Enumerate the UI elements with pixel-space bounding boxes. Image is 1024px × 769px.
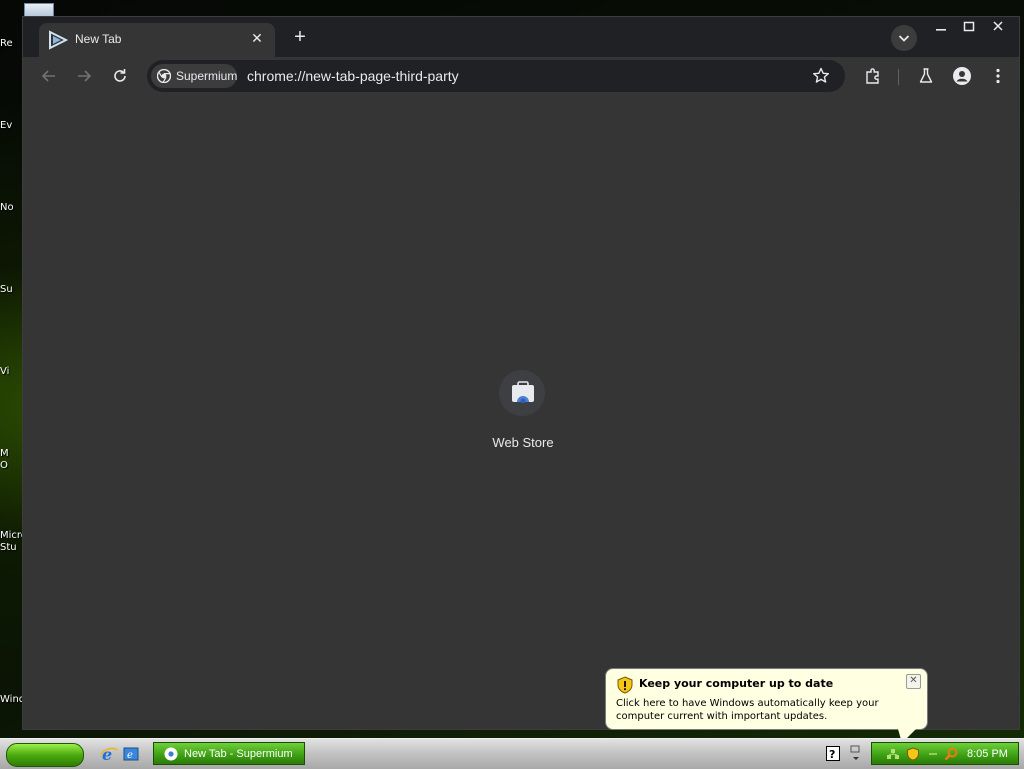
profile-avatar-icon[interactable] xyxy=(952,66,972,86)
svg-text:e: e xyxy=(102,745,112,763)
chevron-down-icon xyxy=(898,35,910,42)
bookmark-star-icon[interactable] xyxy=(811,66,831,86)
site-info-chip[interactable]: Supermium xyxy=(151,64,237,88)
maximize-button[interactable] xyxy=(954,17,984,39)
menu-kebab-icon[interactable] xyxy=(988,66,1008,86)
taskbar-button-supermium[interactable]: New Tab - Supermium xyxy=(153,742,305,765)
tab-title: New Tab xyxy=(75,32,122,46)
svg-text:?: ? xyxy=(829,748,835,761)
show-desktop-icon[interactable]: e xyxy=(122,745,140,763)
start-button[interactable] xyxy=(6,743,84,767)
supermium-icon xyxy=(47,29,69,51)
new-tab-page: Web Store xyxy=(23,95,1019,729)
address-bar[interactable]: Supermium chrome://new-tab-page-third-pa… xyxy=(147,60,845,92)
browser-window: New Tab ✕ + Supermium chrome://new-tab-p… xyxy=(22,16,1020,730)
reload-button[interactable] xyxy=(108,64,132,88)
site-info-label: Supermium xyxy=(176,69,238,83)
tab-search-button[interactable] xyxy=(891,25,917,51)
shield-warning-icon xyxy=(616,676,634,698)
forward-button[interactable] xyxy=(72,64,96,88)
chrome-logo-icon xyxy=(156,68,172,84)
close-window-button[interactable] xyxy=(983,17,1013,39)
chrome-logo-icon xyxy=(164,747,178,761)
toolbar-divider xyxy=(898,69,899,85)
close-balloon-button[interactable]: ✕ xyxy=(906,674,921,689)
back-button[interactable] xyxy=(37,64,61,88)
tray-arrow-icon[interactable] xyxy=(926,747,940,761)
toolbar: Supermium chrome://new-tab-page-third-pa… xyxy=(23,57,1019,95)
taskbar: e e New Tab - Supermium ? 8:05 PM xyxy=(0,738,1024,769)
security-shield-icon[interactable] xyxy=(906,747,920,761)
minimize-button[interactable] xyxy=(926,17,956,39)
shortcut-label[interactable]: Web Store xyxy=(463,435,583,450)
tab-strip: New Tab ✕ + xyxy=(23,17,1019,57)
close-icon xyxy=(993,21,1003,31)
tab-new-tab[interactable]: New Tab ✕ xyxy=(39,23,275,57)
extensions-puzzle-icon[interactable] xyxy=(863,66,883,86)
shortcut-web-store[interactable] xyxy=(497,370,547,418)
network-icon[interactable] xyxy=(886,747,900,761)
balloon-title: Keep your computer up to date xyxy=(639,677,834,690)
new-tab-button[interactable]: + xyxy=(287,25,313,51)
clock[interactable]: 8:05 PM xyxy=(967,748,1008,760)
labs-flask-icon[interactable] xyxy=(916,66,936,86)
internet-explorer-icon[interactable]: e xyxy=(100,745,118,764)
web-store-icon xyxy=(511,381,535,408)
minimize-icon xyxy=(936,29,946,31)
svg-text:e: e xyxy=(127,750,133,761)
maximize-icon xyxy=(963,21,975,32)
url-text[interactable]: chrome://new-tab-page-third-party xyxy=(247,68,459,84)
update-notification-balloon[interactable]: Keep your computer up to date ✕ Click he… xyxy=(605,668,928,730)
system-tray: 8:05 PM xyxy=(871,742,1019,765)
balloon-message[interactable]: Click here to have Windows automatically… xyxy=(616,697,921,723)
taskbar-button-label: New Tab - Supermium xyxy=(184,748,293,760)
help-icon[interactable]: ? xyxy=(826,746,840,761)
reload-icon xyxy=(114,69,126,82)
forward-arrow-icon xyxy=(78,70,92,82)
search-icon[interactable] xyxy=(944,747,958,761)
back-arrow-icon xyxy=(41,70,55,82)
language-bar-icon[interactable] xyxy=(850,744,862,764)
close-tab-icon[interactable]: ✕ xyxy=(247,28,267,48)
